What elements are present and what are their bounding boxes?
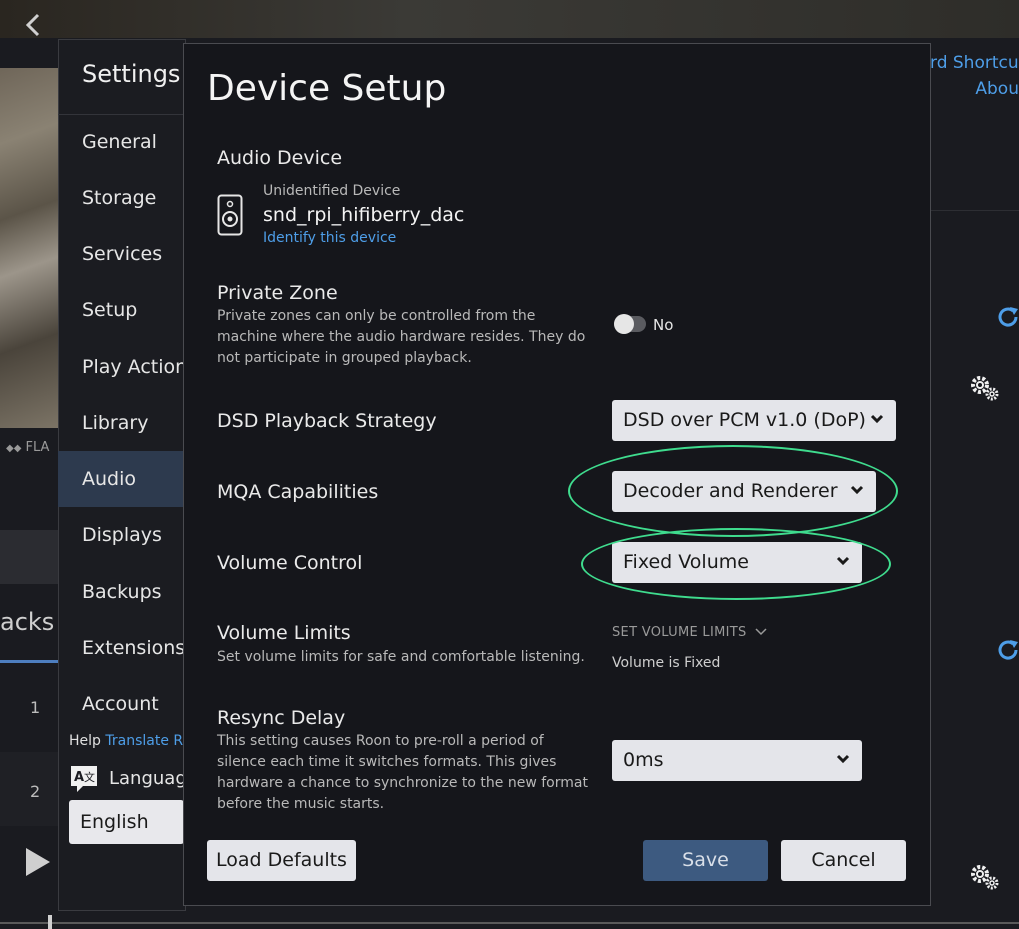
tidal-icon: ◆◆ xyxy=(6,443,22,454)
chevron-down-icon xyxy=(755,628,767,636)
dsd-select[interactable]: DSD over PCM v1.0 (DoP) xyxy=(612,400,896,441)
audio-device-label: Audio Device xyxy=(217,147,343,169)
refresh-icon[interactable] xyxy=(996,638,1019,662)
dialog-title: Device Setup xyxy=(207,68,447,109)
chevron-down-icon xyxy=(836,556,850,566)
nav-item-audio[interactable]: Audio xyxy=(58,451,184,507)
volume-limits-label: Volume Limits xyxy=(217,622,351,644)
resync-delay-value: 0ms xyxy=(623,749,664,771)
resync-delay-description: This setting causes Roon to pre-roll a p… xyxy=(217,733,588,812)
private-zone-label: Private Zone xyxy=(217,282,338,304)
track-number: 2 xyxy=(30,782,41,801)
chevron-down-icon xyxy=(836,754,850,764)
gear-icon[interactable] xyxy=(968,862,1002,892)
track-number: 1 xyxy=(30,698,41,717)
gear-icon[interactable] xyxy=(968,373,1002,403)
load-defaults-button[interactable]: Load Defaults xyxy=(207,840,356,881)
nav-item-displays[interactable]: Displays xyxy=(58,507,184,563)
nav-item-extensions[interactable]: Extensions xyxy=(58,620,184,676)
dsd-label: DSD Playback Strategy xyxy=(217,410,437,432)
resync-delay-select[interactable]: 0ms xyxy=(612,740,862,781)
volume-limits-description: Set volume limits for safe and comfortab… xyxy=(217,649,585,665)
volume-control-value: Fixed Volume xyxy=(623,551,749,573)
private-zone-description: Private zones can only be controlled fro… xyxy=(217,308,586,366)
set-volume-limits-label: SET VOLUME LIMITS xyxy=(612,625,747,640)
background-strip xyxy=(0,530,60,584)
divider xyxy=(930,210,1019,211)
chevron-down-icon xyxy=(870,414,884,424)
seek-bar[interactable] xyxy=(0,922,1019,924)
tracks-tab-label[interactable]: acks xyxy=(0,608,54,636)
toggle-value: No xyxy=(653,316,674,334)
seek-handle[interactable] xyxy=(48,915,52,929)
album-art xyxy=(0,68,60,428)
top-bar xyxy=(0,0,1019,38)
svg-text:A: A xyxy=(74,770,84,785)
about-link[interactable]: Abou xyxy=(930,76,1019,102)
nav-item-storage[interactable]: Storage xyxy=(58,170,184,226)
set-volume-limits-button[interactable]: SET VOLUME LIMITS xyxy=(612,625,767,640)
nav-item-setup[interactable]: Setup xyxy=(58,282,184,338)
format-text: FLA xyxy=(25,440,50,455)
help-label: Help xyxy=(69,733,101,749)
language-icon: A文 xyxy=(69,764,99,794)
cancel-button[interactable]: Cancel xyxy=(781,840,906,881)
mqa-value: Decoder and Renderer xyxy=(623,480,838,502)
toggle-knob[interactable] xyxy=(614,314,634,334)
right-links: rd Shortcut Abou xyxy=(930,50,1019,102)
nav-item-general[interactable]: General xyxy=(58,114,184,170)
identify-device-link[interactable]: Identify this device xyxy=(263,230,396,246)
svg-text:文: 文 xyxy=(84,770,95,784)
format-badge: ◆◆ FLA xyxy=(0,436,60,460)
save-button[interactable]: Save xyxy=(643,840,768,881)
mqa-select[interactable]: Decoder and Renderer xyxy=(612,471,876,512)
back-arrow-icon[interactable] xyxy=(22,12,44,38)
tracks-tab-underline xyxy=(0,660,60,663)
dsd-value: DSD over PCM v1.0 (DoP) xyxy=(623,409,866,431)
mqa-label: MQA Capabilities xyxy=(217,481,379,503)
settings-title: Settings xyxy=(82,60,181,88)
volume-control-label: Volume Control xyxy=(217,552,363,574)
nav-item-account[interactable]: Account xyxy=(58,676,184,732)
device-name: snd_rpi_hifiberry_dac xyxy=(263,204,465,226)
keyboard-shortcuts-link[interactable]: rd Shortcut xyxy=(930,50,1019,76)
volume-control-select[interactable]: Fixed Volume xyxy=(612,542,862,583)
device-type: Unidentified Device xyxy=(263,183,401,199)
help-line: Help Translate R xyxy=(69,733,183,749)
resync-delay-label: Resync Delay xyxy=(217,707,346,729)
nav-item-backups[interactable]: Backups xyxy=(58,564,184,620)
translate-link[interactable]: Translate R xyxy=(105,733,183,749)
language-label: Languag xyxy=(109,768,187,789)
play-icon[interactable] xyxy=(26,848,50,876)
nav-item-services[interactable]: Services xyxy=(58,226,184,282)
nav-item-play-action[interactable]: Play Action xyxy=(58,339,184,395)
speaker-icon xyxy=(217,194,243,236)
nav-item-library[interactable]: Library xyxy=(58,395,184,451)
language-select[interactable]: English xyxy=(69,800,184,844)
refresh-icon[interactable] xyxy=(996,305,1019,329)
chevron-down-icon xyxy=(850,485,864,495)
volume-status: Volume is Fixed xyxy=(612,655,721,671)
